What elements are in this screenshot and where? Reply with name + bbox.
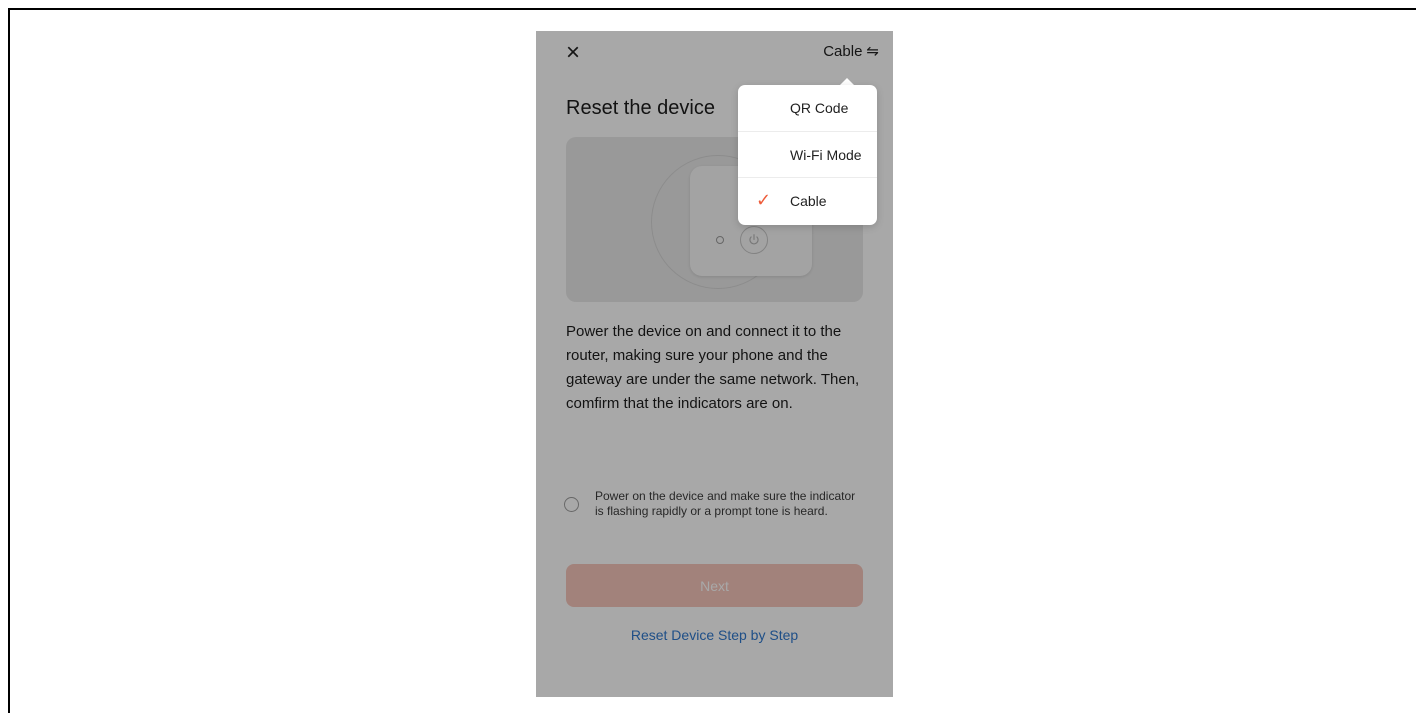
next-button[interactable]: Next [566, 564, 863, 607]
mode-switch-label: Cable [823, 42, 863, 60]
confirm-checkbox-row[interactable]: Power on the device and make sure the in… [564, 489, 864, 519]
connection-mode-menu: QR Code Wi-Fi Mode ✓ Cable [738, 85, 877, 225]
indicator-light [716, 236, 724, 244]
menu-item-qr-code[interactable]: QR Code [738, 85, 877, 131]
menu-item-label: Cable [790, 192, 827, 209]
page-title: Reset the device [566, 97, 715, 119]
menu-item-cable[interactable]: ✓ Cable [738, 177, 877, 223]
phone-screen: × Cable ⇋ Reset the device Power the dev… [536, 31, 893, 697]
swap-icon: ⇋ [866, 42, 879, 60]
check-icon: ✓ [756, 190, 772, 210]
confirm-text: Power on the device and make sure the in… [595, 489, 856, 518]
close-icon[interactable]: × [566, 41, 590, 65]
menu-item-wifi-mode[interactable]: Wi-Fi Mode [738, 131, 877, 177]
mode-switch-button[interactable]: Cable ⇋ [823, 41, 879, 61]
instructions-text: Power the device on and connect it to th… [566, 323, 860, 412]
reset-device-link[interactable]: Reset Device Step by Step [566, 627, 863, 643]
menu-item-label: QR Code [790, 100, 849, 116]
menu-item-label: Wi-Fi Mode [790, 146, 862, 163]
power-icon [740, 226, 768, 254]
confirm-radio[interactable] [564, 496, 579, 512]
